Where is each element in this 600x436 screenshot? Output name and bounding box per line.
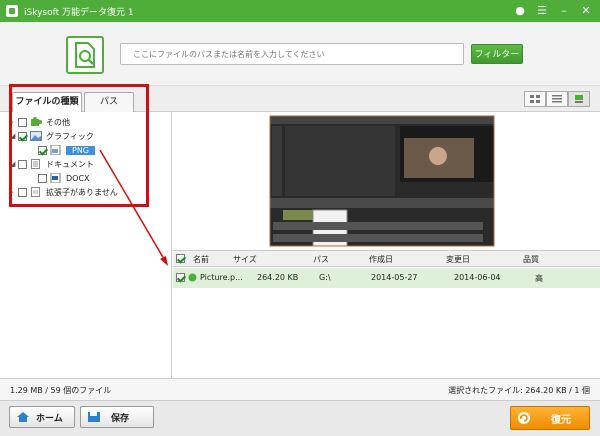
- column-path[interactable]: パス: [313, 254, 329, 265]
- filter-button[interactable]: フィルター: [471, 44, 523, 64]
- restore-button[interactable]: 復元: [510, 406, 590, 430]
- unknown-file-icon: [31, 187, 40, 197]
- search-bar: フィルター: [0, 22, 600, 86]
- cell-path: G:\: [319, 273, 331, 282]
- row-checkbox[interactable]: [176, 273, 185, 282]
- restore-icon: [518, 412, 530, 424]
- cell-quality: 高: [535, 274, 543, 283]
- total-files-status: 1.29 MB / 59 個のファイル: [10, 386, 112, 395]
- column-size[interactable]: サイズ: [233, 254, 257, 265]
- preview-view-icon: [575, 95, 583, 103]
- collapse-icon[interactable]: ◢: [10, 132, 18, 140]
- tree-item-other[interactable]: ▸ その他: [10, 116, 70, 128]
- search-input[interactable]: [120, 43, 464, 65]
- status-dot-icon: [188, 273, 197, 282]
- image-folder-icon: [30, 131, 42, 141]
- column-name[interactable]: 名前: [193, 254, 209, 265]
- bottom-toolbar: ホーム 保存 復元: [0, 400, 600, 436]
- cell-created: 2014-05-27: [371, 273, 418, 282]
- window-title: iSkysoft 万能データ復元 1: [24, 7, 134, 18]
- close-button[interactable]: ✕: [578, 3, 594, 19]
- home-button[interactable]: ホーム: [9, 406, 75, 428]
- grid-view-icon: [530, 95, 540, 103]
- document-icon: [31, 159, 40, 169]
- tab-file-type[interactable]: ファイルの種類: [12, 92, 82, 113]
- file-list-body: [173, 288, 600, 378]
- app-logo-icon: [6, 5, 18, 17]
- checkbox[interactable]: [18, 159, 27, 169]
- png-file-icon: [50, 145, 61, 155]
- expand-icon[interactable]: ▸: [10, 118, 18, 126]
- chat-icon[interactable]: ●: [512, 3, 528, 19]
- collapse-icon[interactable]: ◢: [10, 160, 18, 168]
- tree-item-label: グラフィック: [46, 131, 94, 141]
- tree-item-label: ドキュメント: [46, 159, 94, 169]
- checkbox[interactable]: [18, 131, 27, 141]
- tree-item-label: その他: [46, 117, 70, 127]
- preview-view-button[interactable]: [568, 91, 590, 107]
- home-icon: [17, 412, 29, 422]
- checkbox[interactable]: [38, 145, 47, 155]
- tree-item-label: 拡張子がありません: [46, 187, 118, 197]
- column-modified[interactable]: 変更日: [446, 254, 470, 265]
- word-file-icon: [50, 173, 61, 183]
- thumbnail-view-button[interactable]: [524, 91, 546, 107]
- puzzle-icon: [31, 117, 42, 126]
- title-bar: iSkysoft 万能データ復元 1 ● ☰ – ✕: [0, 0, 600, 22]
- status-bar: 1.29 MB / 59 個のファイル 選択されたファイル: 264.20 KB…: [0, 378, 600, 400]
- tree-item-label: PNG: [66, 145, 96, 155]
- checkbox[interactable]: [18, 187, 27, 197]
- table-row[interactable]: Picture.p... 264.20 KB G:\ 2014-05-27 20…: [173, 268, 600, 288]
- list-view-button[interactable]: [546, 91, 568, 107]
- cell-modified: 2014-06-04: [454, 273, 501, 282]
- preview-thumbnail: [269, 115, 495, 247]
- column-created[interactable]: 作成日: [369, 254, 393, 265]
- tree-item-docx[interactable]: DOCX: [38, 172, 90, 184]
- tabs-row: ファイルの種類 パス: [0, 86, 600, 113]
- file-search-icon: [66, 36, 104, 74]
- expand-icon[interactable]: ▸: [10, 188, 18, 196]
- minimize-button[interactable]: –: [556, 3, 572, 19]
- tree-item-documents[interactable]: ◢ ドキュメント: [10, 158, 94, 170]
- selected-files-status: 選択されたファイル: 264.20 KB / 1 個: [448, 386, 590, 395]
- tab-path[interactable]: パス: [84, 92, 134, 112]
- menu-icon[interactable]: ☰: [534, 3, 550, 19]
- tree-item-graphics[interactable]: ◢ グラフィック: [10, 130, 94, 142]
- file-list-header: 名前 サイズ パス 作成日 変更日 品質: [173, 250, 600, 267]
- file-type-tree: ▸ その他 ◢ グラフィック PNG ◢ ドキュメント DOCX ▸ 拡張子があ…: [0, 112, 172, 378]
- save-icon: [88, 412, 100, 422]
- cell-size: 264.20 KB: [257, 273, 299, 282]
- save-button[interactable]: 保存: [80, 406, 154, 428]
- cell-name: Picture.p...: [200, 273, 243, 282]
- tree-item-png[interactable]: PNG: [38, 144, 96, 156]
- select-all-checkbox[interactable]: [176, 254, 185, 263]
- image-preview: [173, 112, 600, 250]
- list-view-icon: [552, 95, 562, 103]
- tree-item-label: DOCX: [66, 173, 90, 183]
- column-quality[interactable]: 品質: [523, 254, 539, 265]
- checkbox[interactable]: [18, 117, 27, 127]
- checkbox[interactable]: [38, 173, 47, 183]
- tree-item-no-extension[interactable]: ▸ 拡張子がありません: [10, 186, 118, 198]
